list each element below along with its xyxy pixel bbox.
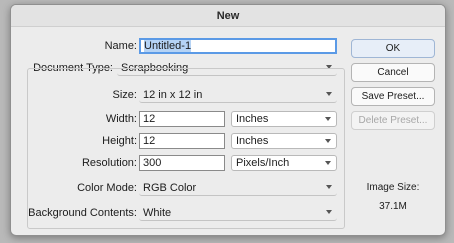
dialog-title: New [11, 5, 445, 27]
resolution-unit-select[interactable]: Pixels/Inch [231, 155, 337, 171]
height-value: 12 [143, 135, 156, 147]
cancel-button[interactable]: Cancel [351, 63, 435, 82]
delete-preset-button: Delete Preset... [351, 111, 435, 130]
name-value: Untitled-1 [144, 40, 192, 52]
width-label: Width: [105, 113, 137, 125]
save-preset-button[interactable]: Save Preset... [351, 87, 435, 106]
background-contents-value: White [143, 207, 172, 219]
ok-button[interactable]: OK [351, 39, 435, 58]
background-contents-select[interactable]: White [139, 205, 337, 221]
height-unit-value: Inches [236, 135, 269, 147]
width-value: 12 [143, 113, 156, 125]
chevron-down-icon [325, 117, 331, 121]
height-field[interactable]: 12 [139, 133, 225, 149]
size-label: Size: [112, 89, 137, 101]
chevron-down-icon [325, 139, 331, 143]
color-mode-select[interactable]: RGB Color [139, 180, 337, 196]
width-unit-select[interactable]: Inches [231, 111, 337, 127]
resolution-unit-value: Pixels/Inch [236, 157, 290, 169]
name-label: Name: [104, 40, 137, 52]
resolution-field[interactable]: 300 [139, 155, 225, 171]
chevron-down-icon [326, 185, 332, 189]
chevron-down-icon [326, 210, 332, 214]
width-unit-value: Inches [236, 113, 269, 125]
height-unit-select[interactable]: Inches [231, 133, 337, 149]
new-document-dialog: New Name: Untitled-1 Document Type: Scra… [10, 4, 446, 236]
size-select[interactable]: 12 in x 12 in [139, 87, 337, 103]
chevron-down-icon [326, 92, 332, 96]
image-size-label: Image Size: [366, 182, 420, 193]
chevron-down-icon [325, 161, 331, 165]
height-label: Height: [102, 135, 137, 147]
name-field[interactable]: Untitled-1 [139, 38, 337, 54]
color-mode-value: RGB Color [143, 182, 197, 194]
background-contents-label: Background Contents: [28, 207, 137, 219]
size-value: 12 in x 12 in [143, 89, 203, 101]
image-size-value: 37.1M [379, 201, 407, 212]
width-field[interactable]: 12 [139, 111, 225, 127]
resolution-label: Resolution: [81, 157, 137, 169]
resolution-value: 300 [143, 157, 162, 169]
color-mode-label: Color Mode: [77, 182, 137, 194]
